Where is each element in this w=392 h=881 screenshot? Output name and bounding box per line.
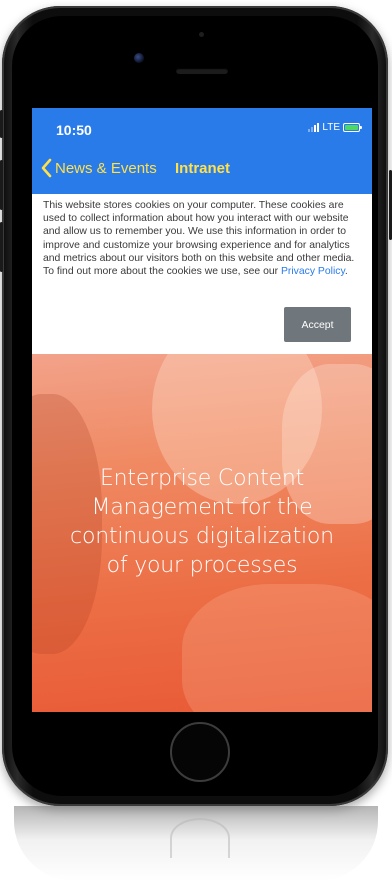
home-button-reflection: [170, 818, 230, 858]
network-type: LTE: [322, 122, 340, 133]
status-indicators: LTE: [308, 122, 362, 133]
cookie-banner: This website stores cookies on your comp…: [32, 194, 372, 354]
earpiece-speaker: [176, 68, 228, 74]
hero-section: Enterprise Content Management for the co…: [32, 354, 372, 712]
stage: 10:50 LTE News & Events Intranet This we…: [0, 0, 392, 881]
mute-switch: [0, 110, 3, 138]
status-time: 10:50: [56, 122, 92, 138]
battery-nub: [360, 126, 362, 129]
proximity-sensor: [199, 32, 204, 37]
phone-screen: 10:50 LTE News & Events Intranet This we…: [32, 108, 372, 712]
accept-button[interactable]: Accept: [284, 307, 351, 342]
hero-title-line: Enterprise Content: [99, 466, 305, 491]
front-camera: [134, 53, 144, 63]
hero-title: Enterprise Content Management for the co…: [32, 464, 372, 580]
battery-level: [345, 125, 358, 130]
back-button-label: News & Events: [55, 159, 157, 177]
home-button[interactable]: [170, 722, 230, 782]
hero-title-line: of your processes: [106, 553, 298, 578]
hero-title-line: continuous digitalization: [70, 524, 334, 549]
nav-title: Intranet: [175, 160, 231, 177]
chevron-left-icon: [41, 158, 52, 178]
battery-icon: [343, 123, 362, 132]
hero-photo-shirt: [182, 584, 372, 712]
back-button[interactable]: News & Events: [40, 158, 157, 178]
volume-up-button: [0, 160, 3, 210]
app-header: 10:50 LTE News & Events Intranet: [32, 108, 372, 194]
cookie-message: This website stores cookies on your comp…: [43, 199, 361, 278]
hero-title-line: Management for the: [91, 495, 313, 520]
signal-icon: [308, 123, 320, 132]
privacy-policy-link[interactable]: Privacy Policy: [281, 266, 345, 277]
volume-down-button: [0, 222, 3, 272]
cookie-text-end: .: [344, 266, 348, 278]
